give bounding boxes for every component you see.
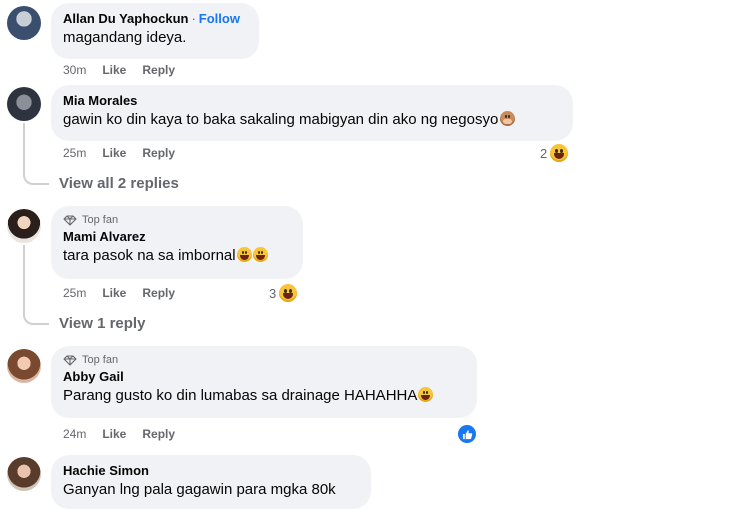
comment-text: tara pasok na sa imbornal	[63, 246, 291, 266]
thread-line	[23, 123, 49, 185]
follow-button[interactable]: Follow	[199, 11, 240, 26]
laugh-emoji-icon	[418, 387, 434, 402]
comment-text-content: tara pasok na sa imbornal	[63, 247, 236, 264]
thumbs-up-icon	[462, 429, 472, 439]
comment-bubble: Top fan Abby Gail Parang gusto ko din lu…	[51, 346, 477, 418]
reaction-summary[interactable]: 2	[540, 144, 569, 162]
comment-text: Ganyan lng pala gagawin para mgka 80k	[63, 481, 336, 498]
avatar[interactable]	[7, 209, 41, 243]
comment-actions: 25m Like Reply	[63, 286, 175, 300]
author-name[interactable]: Allan Du Yaphockun	[63, 11, 188, 26]
view-replies-link[interactable]: View 1 reply	[59, 315, 145, 333]
avatar[interactable]	[7, 87, 41, 121]
badge-label: Top fan	[82, 214, 119, 226]
reply-button[interactable]: Reply	[142, 427, 175, 441]
reaction-count: 2	[540, 145, 548, 161]
like-button[interactable]: Like	[102, 146, 126, 160]
reply-button[interactable]: Reply	[142, 63, 175, 77]
comment-bubble: Mia Morales gawin ko din kaya to baka sa…	[51, 85, 573, 141]
avatar[interactable]	[7, 457, 41, 491]
reaction-summary[interactable]	[458, 425, 476, 443]
avatar[interactable]	[7, 349, 41, 383]
comment-author[interactable]: Hachie Simon	[63, 463, 359, 479]
reaction-count: 3	[269, 285, 277, 301]
laugh-emoji-icon	[279, 284, 298, 302]
top-fan-badge: Top fan	[63, 354, 465, 367]
view-replies-link[interactable]: View all 2 replies	[59, 175, 179, 193]
monkey-emoji-icon	[500, 111, 516, 126]
comment-time[interactable]: 25m	[63, 146, 86, 160]
badge-label: Top fan	[82, 354, 119, 366]
comment-time[interactable]: 24m	[63, 427, 86, 441]
like-button[interactable]: Like	[102, 63, 126, 77]
comment-author[interactable]: Mami Alvarez	[63, 229, 291, 245]
comment-text: Parang gusto ko din lumabas sa drainage …	[63, 386, 465, 406]
laugh-emoji-icon	[236, 247, 252, 262]
comment-bubble: Allan Du Yaphockun · Follow magandang idey…	[51, 3, 259, 59]
comment-actions: 25m Like Reply	[63, 146, 175, 160]
separator-dot: ·	[191, 11, 196, 26]
comment-bubble: Hachie Simon Ganyan lng pala gagawin par…	[51, 455, 371, 509]
like-icon	[458, 425, 476, 443]
comment-actions: 24m Like Reply	[63, 427, 175, 441]
comment-author: Allan Du Yaphockun · Follow	[63, 11, 247, 27]
comment-actions: 30m Like Reply	[63, 63, 175, 77]
comment-text-content: Parang gusto ko din lumabas sa drainage …	[63, 387, 418, 404]
reaction-summary[interactable]: 3	[269, 284, 298, 302]
comment-bubble: Top fan Mami Alvarez tara pasok na sa im…	[51, 206, 303, 279]
laugh-emoji-icon	[252, 247, 268, 262]
comment-time[interactable]: 30m	[63, 63, 86, 77]
like-button[interactable]: Like	[102, 427, 126, 441]
comment-author[interactable]: Abby Gail	[63, 369, 465, 385]
diamond-icon	[63, 215, 77, 226]
like-button[interactable]: Like	[102, 286, 126, 300]
top-fan-badge: Top fan	[63, 214, 291, 227]
avatar[interactable]	[7, 6, 41, 40]
comment-text: magandang ideya.	[63, 29, 187, 46]
comment-text-content: gawin ko din kaya to baka sakaling mabig…	[63, 111, 499, 128]
reply-button[interactable]: Reply	[142, 286, 175, 300]
laugh-emoji-icon	[550, 144, 569, 162]
comment-author[interactable]: Mia Morales	[63, 93, 561, 109]
diamond-icon	[63, 355, 77, 366]
thread-line	[23, 245, 49, 325]
reply-button[interactable]: Reply	[142, 146, 175, 160]
comment-text: gawin ko din kaya to baka sakaling mabig…	[63, 110, 561, 130]
comment-time[interactable]: 25m	[63, 286, 86, 300]
